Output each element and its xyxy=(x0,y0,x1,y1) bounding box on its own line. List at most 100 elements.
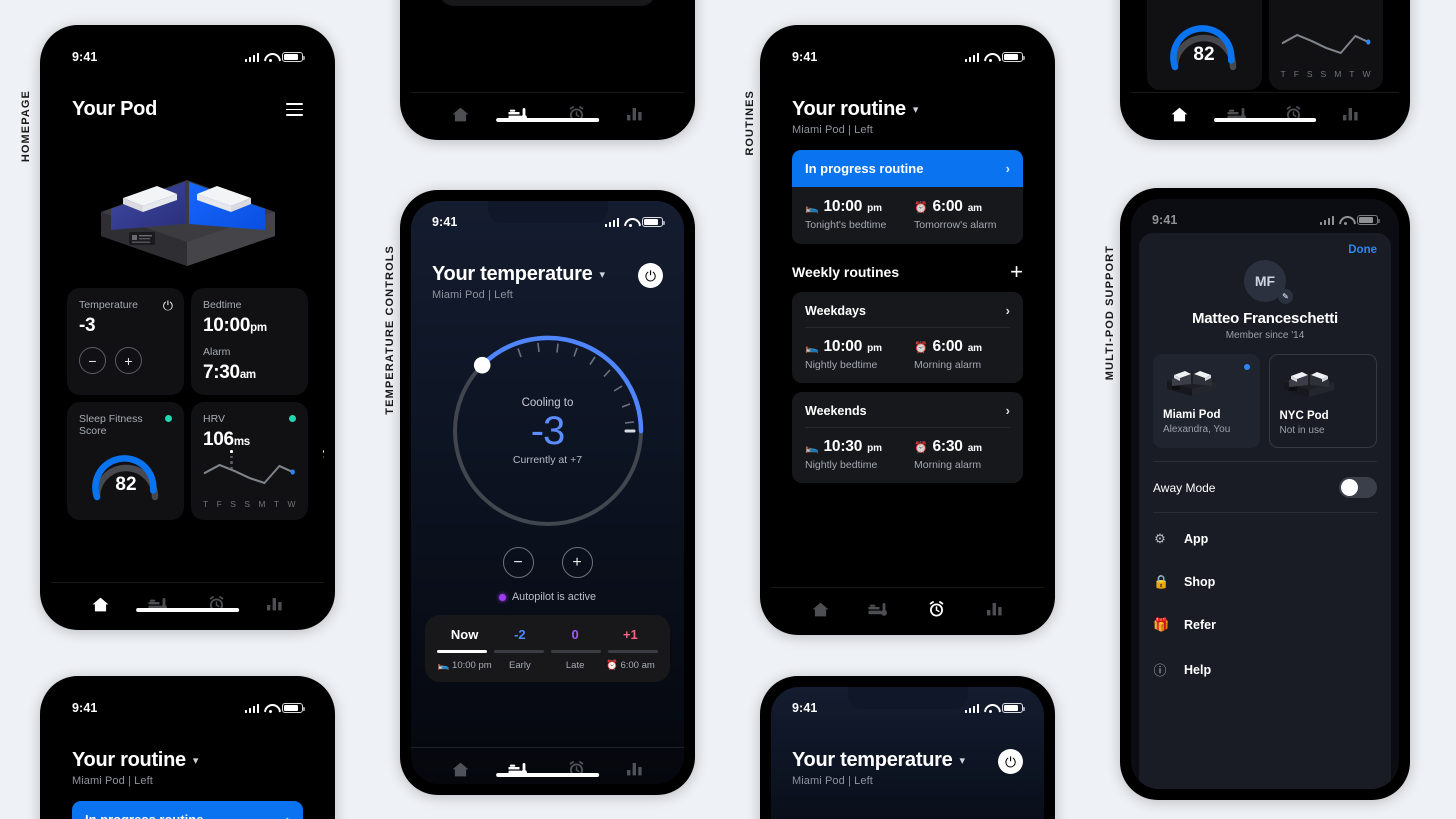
wifi-icon xyxy=(264,703,277,713)
in-progress-routine-partial[interactable]: In progress routine › xyxy=(51,801,324,819)
pod-selector: Miami Pod Alexandra, You NYC Pod Not in … xyxy=(1153,354,1377,448)
page-subtitle: Miami Pod | Left xyxy=(432,289,513,301)
sleep-fitness-score: 82 xyxy=(1194,44,1215,65)
pencil-icon[interactable]: ✎ xyxy=(1278,289,1293,304)
power-button[interactable]: ⏻ xyxy=(998,749,1023,774)
autopilot-status: Autopilot is active xyxy=(411,591,684,603)
chevron-down-icon[interactable]: ▾ xyxy=(913,103,919,116)
power-icon[interactable]: ⏻ xyxy=(163,298,173,314)
nav-trends-icon[interactable] xyxy=(622,104,648,124)
routines-header: Your routine ▾ Miami Pod | Left xyxy=(771,80,1044,136)
bed-icon: 🛌 xyxy=(805,342,819,354)
bottom-nav xyxy=(771,587,1044,624)
nav-trends-icon[interactable] xyxy=(1338,104,1364,124)
hrv-day: T xyxy=(1280,69,1287,79)
nav-home-icon[interactable] xyxy=(447,759,473,779)
temperature-increase-button[interactable]: + xyxy=(115,347,142,374)
profile-sheet: Done MF ✎ Matteo Franceschetti Member si… xyxy=(1139,233,1391,789)
widget-page-dots-inner[interactable] xyxy=(230,450,233,470)
wifi-icon xyxy=(264,52,277,62)
nav-trends-icon[interactable] xyxy=(622,759,648,779)
pod-active-dot xyxy=(1243,364,1250,370)
pod-card-miami[interactable]: Miami Pod Alexandra, You xyxy=(1153,354,1260,448)
battery-icon xyxy=(282,702,305,714)
page-title-text: Your temperature xyxy=(432,263,593,285)
done-button[interactable]: Done xyxy=(1153,244,1377,256)
chevron-down-icon[interactable]: ▾ xyxy=(959,754,965,767)
phone-routines: 9:41 Your routine ▾ Miami Pod | Left In xyxy=(760,25,1055,635)
sleep-fitness-status-dot xyxy=(165,415,172,422)
hamburger-menu-icon[interactable] xyxy=(286,103,303,116)
page-title: Your temperature ▾ xyxy=(792,749,965,772)
bedtime-alarm-card[interactable]: Bedtime 10:00pm Alarm 7:30am xyxy=(191,288,308,395)
bedtime-unit: pm xyxy=(250,322,267,334)
sleep-fitness-card[interactable]: Sleep Fitness Score 82 xyxy=(67,402,184,520)
menu-item-shop[interactable]: 🔒 Shop xyxy=(1153,560,1377,603)
pod-name: Miami Pod xyxy=(1163,409,1221,421)
schedule-value: 0 xyxy=(571,627,579,642)
bedtime-unit: pm xyxy=(867,343,882,354)
page-title-text: Your routine xyxy=(72,749,186,771)
temperature-increase-button[interactable]: + xyxy=(561,547,593,578)
page-title: Your routine ▾ xyxy=(792,98,1023,121)
avatar-container[interactable]: MF ✎ xyxy=(1153,260,1377,304)
hrv-day: W xyxy=(287,499,296,509)
nav-alarm-icon[interactable] xyxy=(924,599,950,619)
bottom-nav xyxy=(411,92,684,129)
in-progress-routine-card[interactable]: In progress routine › 🛌 10:00 pm Tonight's… xyxy=(792,150,1023,244)
menu-item-refer[interactable]: 🎁 Refer xyxy=(1153,603,1377,646)
menu-item-app[interactable]: ⚙ App xyxy=(1153,517,1377,560)
screen-temperature-partial-top: 9:41 Your temperature ▾ Miami Pod | Left… xyxy=(771,687,1044,819)
status-time: 9:41 xyxy=(72,50,98,64)
cellular-signal-icon xyxy=(964,703,979,713)
in-progress-routine-label: In progress routine xyxy=(85,812,203,819)
status-time: 9:41 xyxy=(792,701,818,715)
in-progress-routine-header[interactable]: In progress routine › xyxy=(72,801,303,819)
temperature-schedule-card[interactable]: Now -2 0 +1 🛌 10:00 pm Early Late ⏰ 6:00… xyxy=(439,0,656,6)
battery-icon xyxy=(642,216,665,228)
hrv-sparkline xyxy=(203,463,295,485)
in-progress-routine-header[interactable]: In progress routine › xyxy=(792,150,1023,187)
power-button[interactable]: ⏻ xyxy=(638,263,663,288)
schedule-value: Now xyxy=(450,627,479,642)
phone-homepage: 9:41 Your Pod Temperature ⏻ -3 − + Bedti… xyxy=(40,25,335,630)
plus-icon[interactable]: + xyxy=(1010,261,1023,283)
temperature-decrease-button[interactable]: − xyxy=(502,547,534,578)
temperature-card[interactable]: Temperature ⏻ -3 − + xyxy=(67,288,184,395)
schedule-caption: ⏰ 6:00 am xyxy=(603,660,658,671)
weekly-routine-card-weekends[interactable]: Weekends › 🛌 10:30 pm Nightly bedtime ⏰ 6:3… xyxy=(792,392,1023,483)
sleep-fitness-card[interactable]: Sleep Fitness Score 82 xyxy=(1147,0,1262,90)
hrv-card[interactable]: HRV 106 T F S S M T W xyxy=(1268,0,1383,90)
temperature-schedule-card[interactable]: Now -2 0 +1 🛌 10:00 pm Early Late ⏰ 6:00… xyxy=(425,615,670,682)
autopilot-status-text: Autopilot is active xyxy=(511,591,597,603)
alarm-unit: am xyxy=(967,203,982,214)
alarm-caption: Morning alarm xyxy=(914,459,982,471)
sleep-fitness-gauge: 82 xyxy=(1159,11,1250,73)
nav-temperature-icon[interactable] xyxy=(865,599,891,619)
away-mode-toggle[interactable] xyxy=(1339,477,1377,498)
hrv-card[interactable]: HRV 106ms T F S S M T W xyxy=(191,402,308,520)
nav-trends-icon[interactable] xyxy=(262,594,288,614)
nav-trends-icon[interactable] xyxy=(982,599,1008,619)
weekly-routines-heading: Weekly routines xyxy=(792,264,900,280)
nav-home-icon[interactable] xyxy=(807,599,833,619)
hrv-day: T xyxy=(273,499,280,509)
temperature-decrease-button[interactable]: − xyxy=(79,347,106,374)
nav-home-icon[interactable] xyxy=(1167,104,1193,124)
nav-home-icon[interactable] xyxy=(87,594,113,614)
sleep-fitness-score: 82 xyxy=(115,474,136,495)
nav-home-icon[interactable] xyxy=(447,104,473,124)
chevron-down-icon[interactable]: ▾ xyxy=(599,268,605,281)
temperature-dial[interactable]: Cooling to -3 Currently at +7 xyxy=(411,323,684,539)
widget-page-dots-outer[interactable] xyxy=(323,450,324,459)
schedule-caption: Late xyxy=(565,659,585,671)
menu-item-help[interactable]: ⓘ Help xyxy=(1153,646,1377,692)
bag-icon: 🔒 xyxy=(1153,574,1170,589)
chevron-right-icon: › xyxy=(1005,161,1010,176)
weekly-routine-card-weekdays[interactable]: Weekdays › 🛌 10:00 pm Nightly bedtime ⏰ 6:0… xyxy=(792,292,1023,383)
bed-icon: 🛌 xyxy=(805,202,819,214)
chevron-down-icon[interactable]: ▾ xyxy=(193,754,199,767)
page-title: Your routine ▾ xyxy=(72,749,303,772)
menu-item-label: Help xyxy=(1184,662,1212,677)
pod-card-nyc[interactable]: NYC Pod Not in use xyxy=(1268,354,1377,448)
